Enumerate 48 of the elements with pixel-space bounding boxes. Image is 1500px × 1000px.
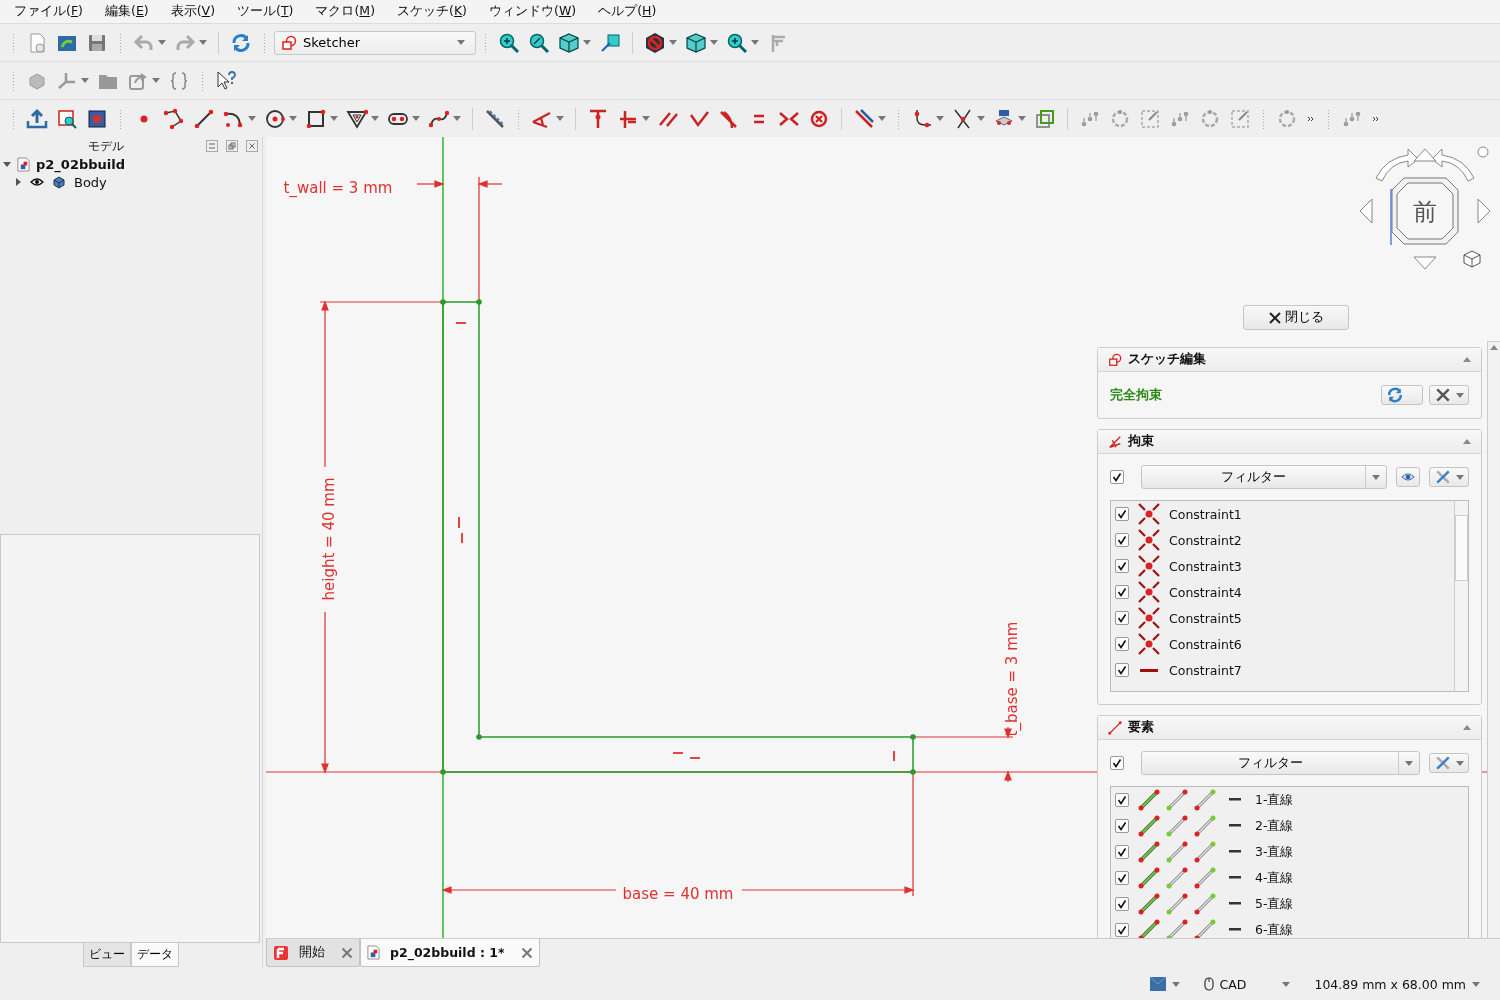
- list-item[interactable]: Constraint4: [1169, 584, 1242, 600]
- list-item[interactable]: 4-直線: [1255, 869, 1294, 887]
- list-item[interactable]: 2-直線: [1255, 817, 1294, 835]
- section-header[interactable]: 要素: [1098, 716, 1481, 740]
- menu-item[interactable]: ファイル(F): [14, 3, 83, 20]
- menu-item[interactable]: スケッチ(K): [397, 3, 467, 20]
- tree-item[interactable]: Body: [74, 174, 107, 190]
- status-label: 完全拘束: [1110, 386, 1162, 404]
- list-item[interactable]: 6-直線: [1255, 921, 1294, 939]
- list-item[interactable]: 5-直線: [1255, 895, 1294, 913]
- navigation-style[interactable]: CAD: [1219, 976, 1247, 992]
- dimension-label[interactable]: t_wall = 3 mm: [283, 178, 393, 197]
- filter-dropdown[interactable]: フィルター: [1141, 751, 1420, 775]
- section-title: スケッチ編集: [1128, 351, 1207, 368]
- menu-item[interactable]: 表示(V): [170, 3, 215, 20]
- tab[interactable]: データ: [131, 943, 179, 967]
- section-header[interactable]: スケッチ編集: [1098, 348, 1481, 372]
- list-item[interactable]: Constraint3: [1169, 558, 1242, 574]
- filter-dropdown[interactable]: フィルター: [1141, 465, 1387, 489]
- list-item[interactable]: 1-直線: [1255, 791, 1294, 809]
- menu-item[interactable]: マクロ(M): [315, 3, 375, 20]
- tree-item[interactable]: p2_02bbuild: [36, 156, 126, 172]
- section-title: 要素: [1128, 719, 1155, 736]
- dimension-label[interactable]: t_base = 3 mm: [1002, 621, 1021, 737]
- section-header[interactable]: 拘束: [1098, 430, 1481, 454]
- list-item[interactable]: 3-直線: [1255, 843, 1294, 861]
- tab-label: p2_02bbuild : 1*: [390, 945, 505, 961]
- dimension-label[interactable]: base = 40 mm: [622, 884, 734, 903]
- section-title: 拘束: [1128, 433, 1155, 450]
- tab-label: 開始: [299, 944, 325, 962]
- menu-item[interactable]: ウィンドウ(W): [489, 3, 577, 20]
- panel-title: モデル: [88, 137, 124, 155]
- dimension-label[interactable]: height = 40 mm: [319, 477, 338, 601]
- list-item[interactable]: Constraint6: [1169, 636, 1242, 652]
- list-item[interactable]: Constraint5: [1169, 610, 1242, 626]
- close-button[interactable]: 閉じる: [1243, 305, 1349, 330]
- menu-item[interactable]: ヘルプ(H): [598, 3, 657, 20]
- cube-face-label[interactable]: 前: [1413, 198, 1437, 226]
- menu-item[interactable]: 編集(E): [105, 3, 149, 20]
- menu-item[interactable]: ツール(T): [237, 3, 294, 20]
- document-tab[interactable]: 開始: [266, 939, 360, 968]
- dimension-readout: 104.89 mm x 68.00 mm: [1314, 976, 1466, 992]
- workbench-dropdown[interactable]: Sketcher: [274, 30, 476, 55]
- list-item[interactable]: Constraint2: [1169, 532, 1242, 548]
- document-tab[interactable]: p2_02bbuild : 1*: [360, 939, 540, 968]
- list-item[interactable]: Constraint7: [1169, 662, 1242, 678]
- tab[interactable]: ビュー: [83, 943, 131, 967]
- list-item[interactable]: Constraint1: [1169, 506, 1242, 522]
